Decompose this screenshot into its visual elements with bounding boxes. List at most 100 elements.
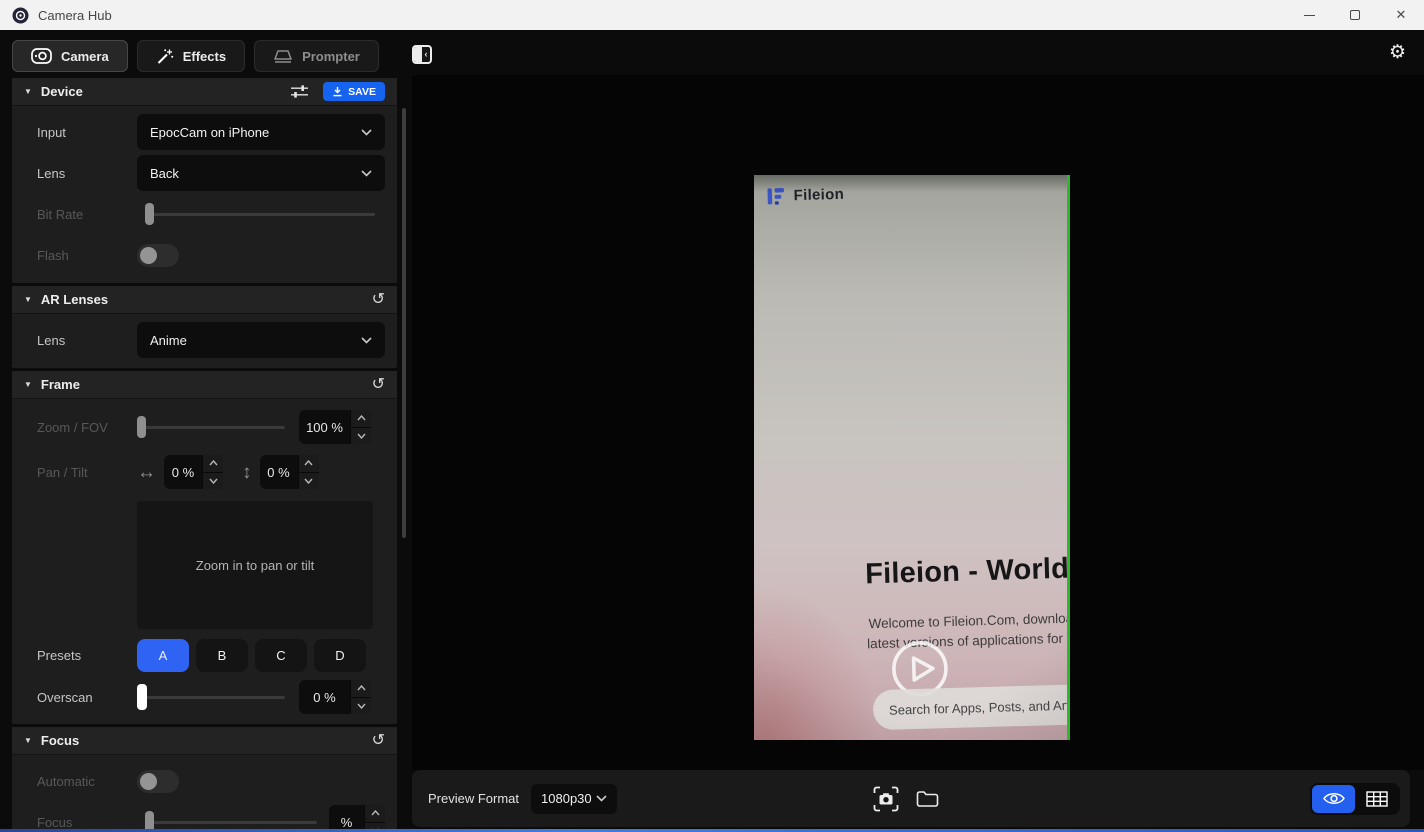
app-logo-icon xyxy=(12,7,29,24)
tab-bar: Camera Effects xyxy=(12,40,379,72)
zoom-fov-row: Zoom / FOV 100 % xyxy=(24,407,385,447)
overscan-label: Overscan xyxy=(37,690,137,705)
tab-effects[interactable]: Effects xyxy=(137,40,245,72)
tab-effects-label: Effects xyxy=(183,49,226,64)
tab-prompter-label: Prompter xyxy=(302,49,360,64)
open-folder-button[interactable] xyxy=(916,790,939,808)
section-frame-header[interactable]: ▼ Frame ↺ xyxy=(12,371,397,399)
zoom-fov-slider-thumb[interactable] xyxy=(137,416,146,438)
section-ar-lenses: ▼ AR Lenses ↺ Lens Anime xyxy=(12,286,397,368)
bitrate-slider-thumb[interactable] xyxy=(145,203,154,225)
chevron-down-icon xyxy=(361,129,372,136)
bitrate-label: Bit Rate xyxy=(37,207,137,222)
frame-reset-icon[interactable]: ↺ xyxy=(372,377,385,393)
grid-icon xyxy=(1366,791,1388,807)
ar-lens-select[interactable]: Anime xyxy=(137,322,385,358)
presets-row: Presets A B C D xyxy=(24,639,385,672)
device-lens-select[interactable]: Back xyxy=(137,155,385,191)
save-button[interactable]: SAVE xyxy=(323,82,385,101)
panel-scrollbar[interactable] xyxy=(402,108,406,538)
zoom-fov-label: Zoom / FOV xyxy=(37,420,137,435)
close-button[interactable]: ✕ xyxy=(1378,0,1424,30)
tab-camera[interactable]: Camera xyxy=(12,40,128,72)
bitrate-slider[interactable] xyxy=(145,213,375,216)
overscan-slider[interactable] xyxy=(137,696,285,699)
flash-toggle[interactable] xyxy=(137,244,179,267)
ar-lens-row: Lens Anime xyxy=(24,322,385,358)
download-icon xyxy=(332,86,343,97)
input-row: Input EpocCam on iPhone xyxy=(24,114,385,150)
section-ar-lenses-header[interactable]: ▼ AR Lenses ↺ xyxy=(12,286,397,314)
zoom-fov-value: 100 % xyxy=(299,410,350,444)
tilt-spinner: 0 % xyxy=(260,455,319,489)
preview-eye-button[interactable] xyxy=(1312,785,1355,813)
ar-lens-label: Lens xyxy=(37,333,137,348)
caret-down-icon: ▼ xyxy=(24,295,32,304)
maximize-button[interactable] xyxy=(1332,0,1378,30)
focus-slider[interactable] xyxy=(145,821,317,824)
camera-video-feed: Fileion Fileion - World O Welcome to Fil… xyxy=(754,175,1070,740)
overscan-value: 0 % xyxy=(299,680,350,714)
video-vignette xyxy=(754,175,1070,740)
collapse-chevron-icon: ‹ xyxy=(422,47,430,62)
overscan-decrement-icon[interactable] xyxy=(351,698,371,715)
collapse-panel-icon[interactable]: ‹ xyxy=(412,45,432,64)
zoom-fov-increment-icon[interactable] xyxy=(351,410,371,428)
chevron-down-icon xyxy=(596,795,607,802)
focus-reset-icon[interactable]: ↺ xyxy=(372,733,385,749)
focus-increment-icon[interactable] xyxy=(365,805,385,823)
snapshot-button[interactable] xyxy=(872,785,900,813)
preset-d-button[interactable]: D xyxy=(314,639,366,672)
pan-decrement-icon[interactable] xyxy=(203,473,223,490)
section-focus-title: Focus xyxy=(41,733,79,748)
minimize-button[interactable] xyxy=(1286,0,1332,30)
section-focus-header[interactable]: ▼ Focus ↺ xyxy=(12,727,397,755)
preset-b-button[interactable]: B xyxy=(196,639,248,672)
tab-prompter[interactable]: Prompter xyxy=(254,40,379,72)
device-lens-value: Back xyxy=(150,166,179,181)
flash-row: Flash xyxy=(24,237,385,273)
overscan-row: Overscan 0 % xyxy=(24,680,385,714)
overscan-slider-thumb[interactable] xyxy=(137,684,147,710)
zoom-fov-decrement-icon[interactable] xyxy=(351,428,371,445)
automatic-focus-toggle[interactable] xyxy=(137,770,179,793)
preview-format-select[interactable]: 1080p30 xyxy=(531,784,617,814)
section-device-title: Device xyxy=(41,84,83,99)
focus-value: % xyxy=(329,805,364,832)
ar-lenses-reset-icon[interactable]: ↺ xyxy=(372,292,385,308)
close-icon: ✕ xyxy=(1396,7,1407,23)
app-body: Camera Effects xyxy=(0,30,1424,832)
preset-a-button[interactable]: A xyxy=(137,639,189,672)
pan-increment-icon[interactable] xyxy=(203,455,223,473)
automatic-focus-toggle-knob xyxy=(140,773,157,790)
tilt-increment-icon[interactable] xyxy=(299,455,319,473)
tilt-vertical-icon: ↕ xyxy=(242,463,252,482)
prompter-icon xyxy=(273,49,293,64)
tab-camera-label: Camera xyxy=(61,49,109,64)
camera-icon xyxy=(31,48,52,64)
focus-label: Focus xyxy=(37,815,137,830)
focus-spinner: % xyxy=(329,805,385,832)
overscan-increment-icon[interactable] xyxy=(351,680,371,698)
presets-label: Presets xyxy=(37,648,137,663)
preset-c-button[interactable]: C xyxy=(255,639,307,672)
device-advanced-icon[interactable] xyxy=(290,84,309,99)
settings-gear-icon[interactable]: ⚙ xyxy=(1389,43,1406,62)
input-select[interactable]: EpocCam on iPhone xyxy=(137,114,385,150)
snapshot-camera-icon xyxy=(872,785,900,813)
pan-tilt-preview-box[interactable]: Zoom in to pan or tilt xyxy=(137,501,373,629)
grid-view-button[interactable] xyxy=(1355,785,1398,813)
section-device-header[interactable]: ▼ Device xyxy=(12,78,397,106)
pan-horizontal-icon: ↔ xyxy=(137,463,156,482)
overscan-spinner: 0 % xyxy=(299,680,371,714)
device-lens-label: Lens xyxy=(37,166,137,181)
magic-wand-icon xyxy=(156,48,174,65)
section-device: ▼ Device xyxy=(12,78,397,283)
pan-tilt-row: Pan / Tilt ↔ 0 % ↕ xyxy=(24,452,385,492)
save-button-label: SAVE xyxy=(348,86,376,98)
flash-label: Flash xyxy=(37,248,137,263)
camera-hub-window: Camera Hub ✕ Camera xyxy=(0,0,1424,832)
titlebar: Camera Hub ✕ xyxy=(0,0,1424,30)
tilt-decrement-icon[interactable] xyxy=(299,473,319,490)
zoom-fov-slider[interactable] xyxy=(137,426,285,429)
